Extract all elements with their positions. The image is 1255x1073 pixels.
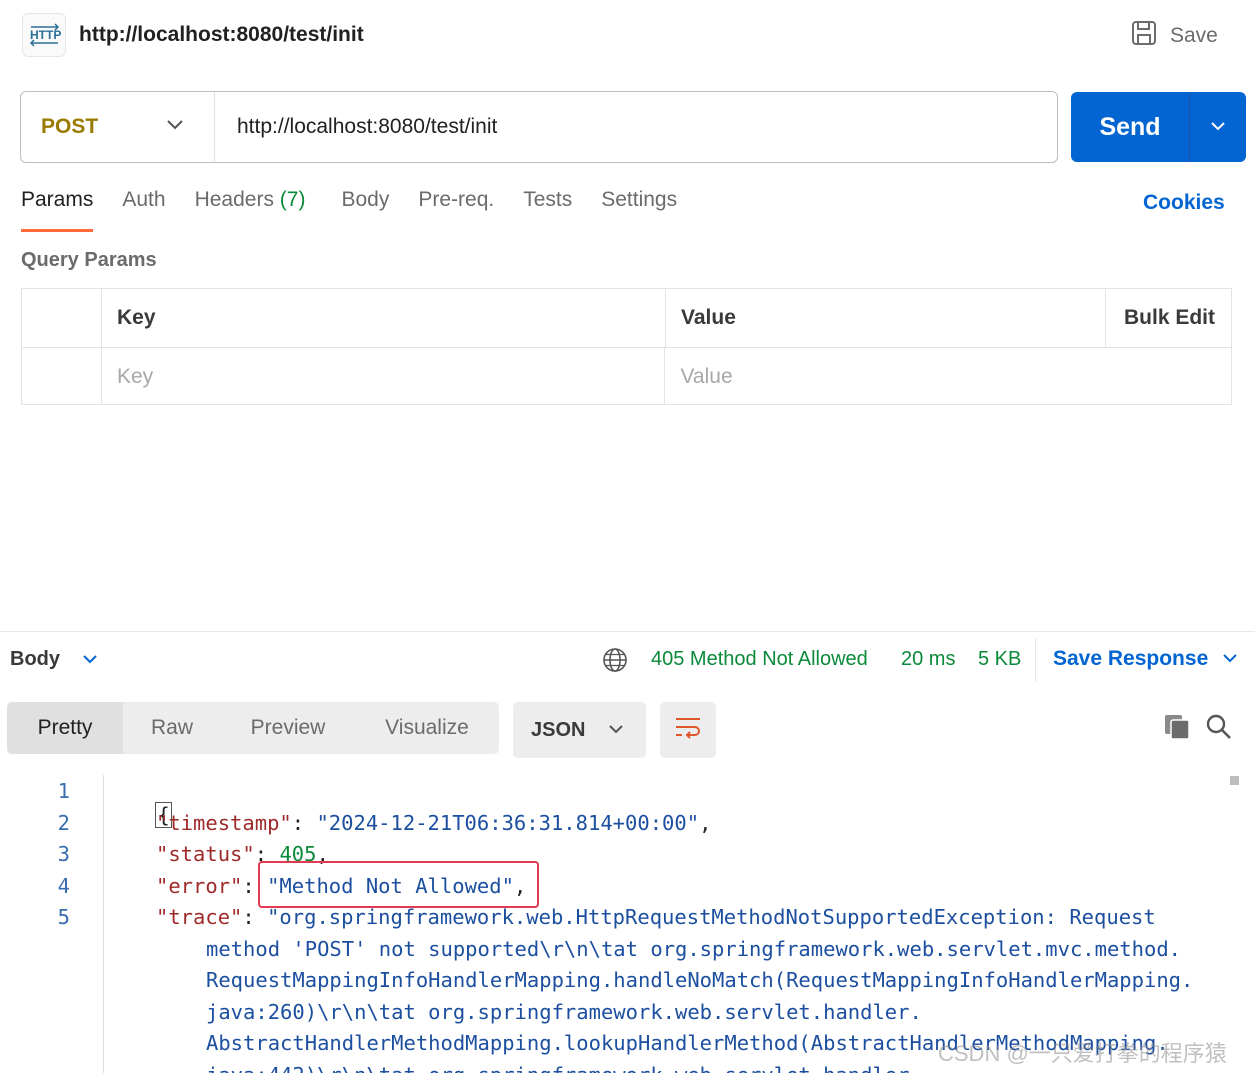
request-title[interactable]: http://localhost:8080/test/init	[79, 23, 364, 47]
headers-count-badge: (7)	[279, 188, 306, 211]
save-icon	[1130, 19, 1158, 53]
response-view-tabs: Pretty Raw Preview Visualize	[7, 702, 499, 754]
tab-auth[interactable]: Auth	[122, 188, 165, 232]
globe-icon[interactable]	[602, 647, 628, 678]
response-body-select[interactable]: Body	[10, 648, 98, 671]
line-number: 4	[57, 874, 70, 898]
row-checkbox-cell	[22, 348, 102, 405]
value-input[interactable]: Value	[680, 365, 732, 389]
response-divider	[0, 631, 1255, 632]
chevron-down-icon	[82, 651, 98, 669]
code-scrollbar[interactable]	[1223, 775, 1235, 1073]
tab-prereq[interactable]: Pre-req.	[418, 188, 494, 232]
chevron-down-icon	[608, 721, 624, 739]
key-column-header: Key	[117, 306, 156, 329]
bulk-edit-button[interactable]: Bulk Edit	[1124, 306, 1215, 330]
trace-continuation: RequestMappingInfoHandlerMapping.handleN…	[206, 968, 1194, 992]
query-params-table: Key Value Bulk Edit Key Value	[21, 288, 1232, 405]
method-label: POST	[41, 115, 99, 138]
request-header: HTTP http://localhost:8080/test/init Sav…	[0, 0, 1255, 72]
checkbox-column-header	[22, 289, 102, 347]
view-visualize[interactable]: Visualize	[355, 702, 499, 754]
svg-text:HTTP: HTTP	[30, 28, 61, 42]
error-highlight-box	[258, 861, 539, 908]
view-raw[interactable]: Raw	[123, 702, 221, 754]
tab-params[interactable]: Params	[21, 188, 94, 232]
json-key: "status"	[156, 842, 255, 866]
format-label: JSON	[531, 718, 586, 741]
line-number: 5	[57, 905, 70, 929]
line-number: 3	[57, 842, 70, 866]
json-string: "org.springframework.web.HttpRequestMeth…	[267, 905, 1156, 929]
url-input[interactable]	[215, 92, 1057, 162]
save-response-label: Save Response	[1053, 647, 1209, 670]
send-button[interactable]: Send	[1071, 92, 1189, 162]
watermark: CSDN @一只爱打拳的程序猿	[938, 1041, 1227, 1066]
key-input[interactable]: Key	[117, 365, 153, 389]
view-pretty[interactable]: Pretty	[7, 702, 123, 754]
cookies-link[interactable]: Cookies	[1143, 191, 1225, 215]
table-header-row: Key Value Bulk Edit	[22, 289, 1231, 348]
send-options-button[interactable]	[1190, 92, 1246, 162]
tab-body[interactable]: Body	[341, 188, 389, 232]
value-column-header: Value	[681, 306, 736, 329]
trace-continuation: java:442)\r\n\tat org.springframework.we…	[206, 1063, 922, 1073]
view-preview[interactable]: Preview	[221, 702, 355, 754]
response-time[interactable]: 20 ms	[901, 648, 955, 671]
table-row: Key Value	[22, 348, 1231, 405]
response-body-label: Body	[10, 648, 60, 670]
url-bar: POST	[20, 91, 1058, 163]
method-select[interactable]: POST	[21, 92, 215, 162]
tab-settings[interactable]: Settings	[601, 188, 677, 232]
tab-headers-label: Headers	[194, 188, 274, 211]
json-key: "timestamp"	[156, 811, 292, 835]
save-button[interactable]: Save	[1130, 20, 1218, 52]
http-icon: HTTP	[22, 13, 66, 57]
trace-continuation: method 'POST' not supported\r\n\tat org.…	[206, 937, 1182, 961]
line-number: 1	[57, 779, 70, 803]
chevron-down-icon	[166, 118, 184, 136]
json-key: "error"	[156, 874, 243, 898]
send-button-group: Send	[1071, 92, 1246, 162]
save-response-button[interactable]: Save Response	[1053, 647, 1238, 671]
line-number-gutter: 1 2 3 4 5	[0, 775, 104, 1073]
response-size[interactable]: 5 KB	[978, 648, 1021, 671]
chevron-down-icon	[1210, 118, 1226, 136]
trace-continuation: java:260)\r\n\tat org.springframework.we…	[206, 1000, 922, 1024]
code-line-trace: "trace": "org.springframework.web.HttpRe…	[156, 905, 1156, 929]
response-code-editor[interactable]: 1 2 3 4 5 { "timestamp": "2024-12-21T06:…	[0, 775, 1222, 1073]
wrap-lines-button[interactable]	[660, 702, 716, 758]
line-number: 2	[57, 811, 70, 835]
query-params-title: Query Params	[21, 249, 157, 271]
search-icon[interactable]	[1205, 713, 1233, 746]
wrap-icon	[674, 715, 702, 746]
json-string: "2024-12-21T06:36:31.814+00:00"	[316, 811, 700, 835]
code-line-timestamp: "timestamp": "2024-12-21T06:36:31.814+00…	[156, 811, 712, 835]
copy-icon[interactable]	[1163, 713, 1191, 746]
response-separator	[1035, 638, 1036, 682]
json-key: "trace"	[156, 905, 243, 929]
chevron-down-icon	[1222, 650, 1238, 668]
tab-tests[interactable]: Tests	[523, 188, 572, 232]
code-scrollbar-thumb[interactable]	[1230, 776, 1239, 785]
request-tabs: Params Auth Headers (7) Body Pre-req. Te…	[21, 188, 706, 232]
save-label: Save	[1170, 24, 1218, 47]
format-select[interactable]: JSON	[513, 702, 646, 758]
response-status[interactable]: 405 Method Not Allowed	[651, 648, 868, 671]
tab-headers[interactable]: Headers (7)	[195, 188, 306, 232]
